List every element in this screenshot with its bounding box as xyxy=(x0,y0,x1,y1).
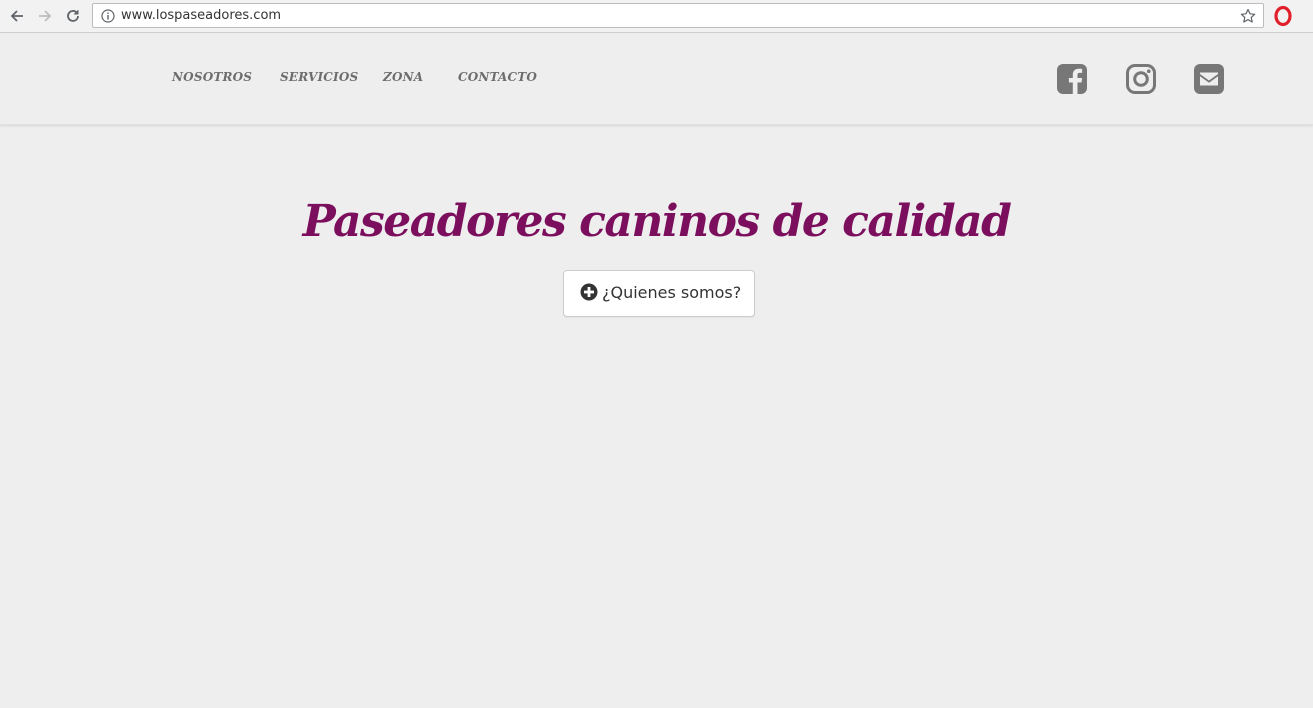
back-button[interactable] xyxy=(6,5,28,27)
plus-circle-icon xyxy=(580,283,598,301)
info-icon[interactable] xyxy=(101,9,115,23)
browser-toolbar: www.lospaseadores.com xyxy=(0,0,1313,33)
reload-button[interactable] xyxy=(62,5,84,27)
arrow-right-icon xyxy=(39,10,52,22)
opera-menu-button[interactable] xyxy=(1272,5,1294,27)
forward-button[interactable] xyxy=(34,5,56,27)
nav-item-servicios[interactable]: SERVICIOS xyxy=(280,70,358,84)
arrow-left-icon xyxy=(10,10,23,22)
opera-logo-icon xyxy=(1274,5,1292,27)
address-bar[interactable]: www.lospaseadores.com xyxy=(92,3,1264,28)
nav-item-zona[interactable]: ZONA xyxy=(383,70,423,84)
instagram-icon[interactable] xyxy=(1125,63,1157,95)
about-us-label: ¿Quienes somos? xyxy=(602,283,742,302)
nav-item-nosotros[interactable]: NOSOTROS xyxy=(172,70,252,84)
bookmark-star-icon[interactable] xyxy=(1240,8,1256,24)
site-header: NOSOTROS SERVICIOS ZONA CONTACTO xyxy=(0,34,1313,125)
reload-icon xyxy=(67,10,79,22)
hero-title: Paseadores caninos de calidad xyxy=(302,196,1012,247)
address-text: www.lospaseadores.com xyxy=(121,8,282,23)
envelope-icon[interactable] xyxy=(1193,63,1225,95)
nav-item-contacto[interactable]: CONTACTO xyxy=(458,70,537,84)
about-us-button[interactable]: ¿Quienes somos? xyxy=(563,270,755,317)
facebook-icon[interactable] xyxy=(1056,63,1088,95)
